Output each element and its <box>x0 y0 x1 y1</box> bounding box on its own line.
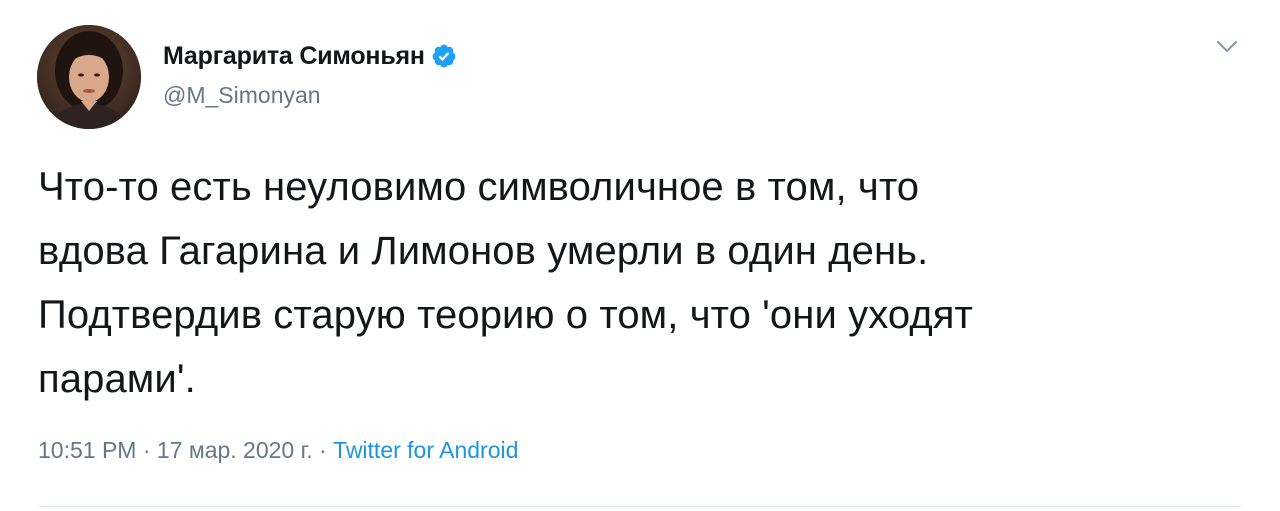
display-name[interactable]: Маргарита Симоньян <box>163 42 425 71</box>
verified-badge-icon <box>431 43 457 69</box>
avatar[interactable] <box>37 24 141 129</box>
tweet-header: Маргарита Симоньян @M_Simonyan <box>37 24 457 129</box>
tweet-card: Маргарита Симоньян @M_Simonyan Что-то ес… <box>0 0 1280 511</box>
tweet-time[interactable]: 10:51 PM <box>38 437 136 464</box>
tweet-source-link[interactable]: Twitter for Android <box>333 437 518 464</box>
tweet-date[interactable]: 17 мар. 2020 г. <box>157 437 313 464</box>
divider <box>38 506 1242 507</box>
tweet-text: Что-то есть неуловимо символичное в том,… <box>38 165 973 401</box>
meta-separator: · <box>312 437 334 463</box>
chevron-down-icon[interactable] <box>1216 40 1238 54</box>
user-handle[interactable]: @M_Simonyan <box>163 82 457 109</box>
name-row: Маргарита Симоньян <box>163 38 457 74</box>
meta-separator: · <box>136 437 157 463</box>
avatar-image <box>37 24 141 129</box>
user-info: Маргарита Симоньян @M_Simonyan <box>163 38 457 109</box>
tweet-meta: 10:51 PM · 17 мар. 2020 г. · Twitter for… <box>38 437 518 464</box>
